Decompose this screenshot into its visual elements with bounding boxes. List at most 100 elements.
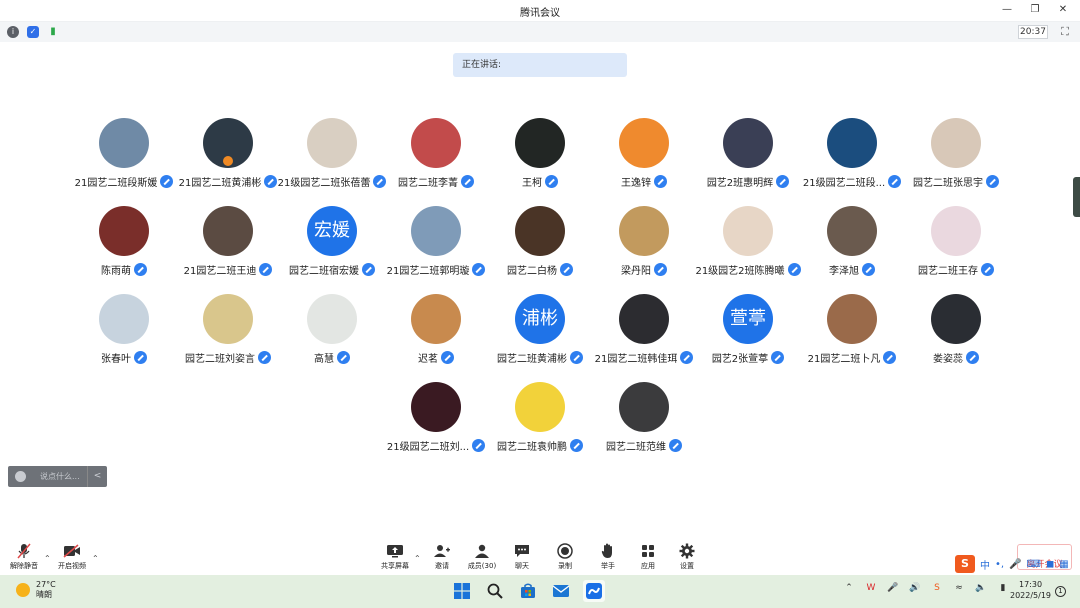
participant-tile[interactable]: 娄姿蕊 xyxy=(904,294,1008,382)
participant-tile[interactable]: 园艺2班惠明辉 xyxy=(696,118,800,206)
avatar[interactable] xyxy=(827,294,877,344)
participant-tile[interactable]: 园艺二班李菁 xyxy=(384,118,488,206)
participant-tile[interactable]: 园艺二班刘姿言 xyxy=(176,294,280,382)
participant-tile[interactable]: 王逸锌 xyxy=(592,118,696,206)
ime-keyboard-icon[interactable]: ⌨ xyxy=(1027,559,1041,570)
members-button[interactable]: 成员(30) xyxy=(462,543,502,571)
chat-input-box[interactable]: 说点什么... < xyxy=(8,466,107,487)
start-video-button[interactable]: 开启视频 xyxy=(52,543,92,571)
participant-tile[interactable]: 21级园艺二班张蓓蕾 xyxy=(278,118,387,206)
mail-icon[interactable] xyxy=(550,580,572,602)
weather-widget[interactable]: 27°C 晴朗 xyxy=(16,580,56,600)
store-icon[interactable] xyxy=(517,580,539,602)
ime-mode[interactable]: 中 xyxy=(980,557,990,572)
avatar[interactable]: 萱葶 xyxy=(723,294,773,344)
search-icon[interactable] xyxy=(484,580,506,602)
video-options-chevron-icon[interactable]: ⌃ xyxy=(92,554,99,563)
participant-tile[interactable]: 梁丹阳 xyxy=(592,206,696,294)
avatar[interactable] xyxy=(619,294,669,344)
sound-icon[interactable]: 🔊 xyxy=(908,583,922,593)
raise-hand-button[interactable]: 举手 xyxy=(588,543,628,571)
participant-tile[interactable]: 园艺二班王存 xyxy=(904,206,1008,294)
avatar[interactable] xyxy=(411,294,461,344)
participant-tile[interactable]: 迟茗 xyxy=(384,294,488,382)
apps-button[interactable]: 应用 xyxy=(628,543,668,571)
participant-tile[interactable]: 21园艺二班郭明璇 xyxy=(384,206,488,294)
avatar[interactable] xyxy=(99,294,149,344)
chat-button[interactable]: 聊天 xyxy=(502,543,542,571)
sogou-tray-icon[interactable]: S xyxy=(930,583,944,593)
avatar[interactable] xyxy=(203,294,253,344)
participant-tile[interactable]: 高慧 xyxy=(280,294,384,382)
sogou-ime-icon[interactable]: S xyxy=(955,555,975,573)
battery-icon[interactable]: ▮ xyxy=(996,583,1010,593)
avatar[interactable] xyxy=(723,206,773,256)
collapse-chevron-icon[interactable]: < xyxy=(87,466,107,487)
participant-tile[interactable]: 21园艺二班卜凡 xyxy=(800,294,904,382)
side-panel-handle[interactable] xyxy=(1073,177,1080,217)
chat-placeholder[interactable]: 说点什么... xyxy=(40,471,80,482)
participant-tile[interactable]: 21园艺二班韩佳珥 xyxy=(592,294,696,382)
volume-icon[interactable]: 🔈 xyxy=(974,583,988,593)
taskbar-clock[interactable]: 17:30 2022/5/19 xyxy=(1010,579,1051,601)
avatar[interactable] xyxy=(203,118,253,168)
notification-badge[interactable]: 1 xyxy=(1055,586,1066,597)
participant-tile[interactable]: 21级园艺二班刘... xyxy=(384,382,488,470)
invite-button[interactable]: 邀请 xyxy=(422,543,462,571)
participant-tile[interactable]: 萱葶 园艺2张萱葶 xyxy=(696,294,800,382)
minimize-icon[interactable]: — xyxy=(1000,3,1014,17)
participant-tile[interactable]: 园艺二白杨 xyxy=(488,206,592,294)
windows-start-icon[interactable] xyxy=(451,580,473,602)
participant-tile[interactable]: 王柯 xyxy=(488,118,592,206)
security-shield-icon[interactable]: ✓ xyxy=(27,26,39,38)
avatar[interactable] xyxy=(931,206,981,256)
ime-skin-icon[interactable]: ◼ xyxy=(1046,559,1054,570)
participant-tile[interactable]: 张春叶 xyxy=(72,294,176,382)
avatar[interactable] xyxy=(99,118,149,168)
participant-tile[interactable]: 园艺二班范维 xyxy=(592,382,696,470)
avatar[interactable] xyxy=(619,382,669,432)
participant-tile[interactable]: 园艺二班袁帅鹏 xyxy=(488,382,592,470)
participant-tile[interactable]: 21园艺二班段斯媛 xyxy=(72,118,176,206)
avatar[interactable] xyxy=(99,206,149,256)
participant-tile[interactable]: 李泽旭 xyxy=(800,206,904,294)
wps-icon[interactable]: W xyxy=(864,583,878,593)
avatar[interactable] xyxy=(827,206,877,256)
avatar[interactable] xyxy=(619,206,669,256)
participant-tile[interactable]: 21园艺二班黄浦彬 xyxy=(176,118,280,206)
close-icon[interactable]: ✕ xyxy=(1056,3,1070,17)
avatar[interactable] xyxy=(515,206,565,256)
avatar[interactable] xyxy=(515,382,565,432)
ime-voice-icon[interactable]: 🎤 xyxy=(1009,559,1021,570)
record-button[interactable]: 录制 xyxy=(545,543,585,571)
avatar[interactable]: 宏媛 xyxy=(307,206,357,256)
avatar[interactable] xyxy=(203,206,253,256)
avatar[interactable] xyxy=(307,294,357,344)
network-signal-icon[interactable]: ▮ xyxy=(47,26,59,38)
avatar[interactable] xyxy=(307,118,357,168)
participant-tile[interactable]: 21级园艺2班陈腾曦 xyxy=(695,206,801,294)
avatar[interactable] xyxy=(411,118,461,168)
fullscreen-icon[interactable]: ⛶ xyxy=(1058,25,1072,39)
participant-tile[interactable]: 浦彬 园艺二班黄浦彬 xyxy=(488,294,592,382)
ime-punctuation-icon[interactable]: •, xyxy=(995,559,1004,570)
avatar[interactable]: 浦彬 xyxy=(515,294,565,344)
avatar[interactable] xyxy=(619,118,669,168)
microphone-icon[interactable]: 🎤 xyxy=(886,583,900,593)
participant-tile[interactable]: 园艺二班张思宇 xyxy=(904,118,1008,206)
avatar[interactable] xyxy=(515,118,565,168)
unmute-button[interactable]: 解除静音 xyxy=(4,543,44,571)
participant-tile[interactable]: 宏媛 园艺二班宿宏媛 xyxy=(280,206,384,294)
avatar[interactable] xyxy=(931,118,981,168)
avatar[interactable] xyxy=(411,206,461,256)
tencent-meeting-app-icon[interactable] xyxy=(583,580,605,602)
avatar[interactable] xyxy=(931,294,981,344)
avatar[interactable] xyxy=(411,382,461,432)
tray-overflow-chevron-icon[interactable]: ⌃ xyxy=(842,583,856,593)
participant-tile[interactable]: 21级园艺二班段... xyxy=(800,118,904,206)
avatar[interactable] xyxy=(723,118,773,168)
share-options-chevron-icon[interactable]: ⌃ xyxy=(414,554,421,563)
settings-button[interactable]: 设置 xyxy=(667,543,707,571)
emoji-icon[interactable] xyxy=(15,471,26,482)
wifi-icon[interactable]: ≈ xyxy=(952,583,966,593)
